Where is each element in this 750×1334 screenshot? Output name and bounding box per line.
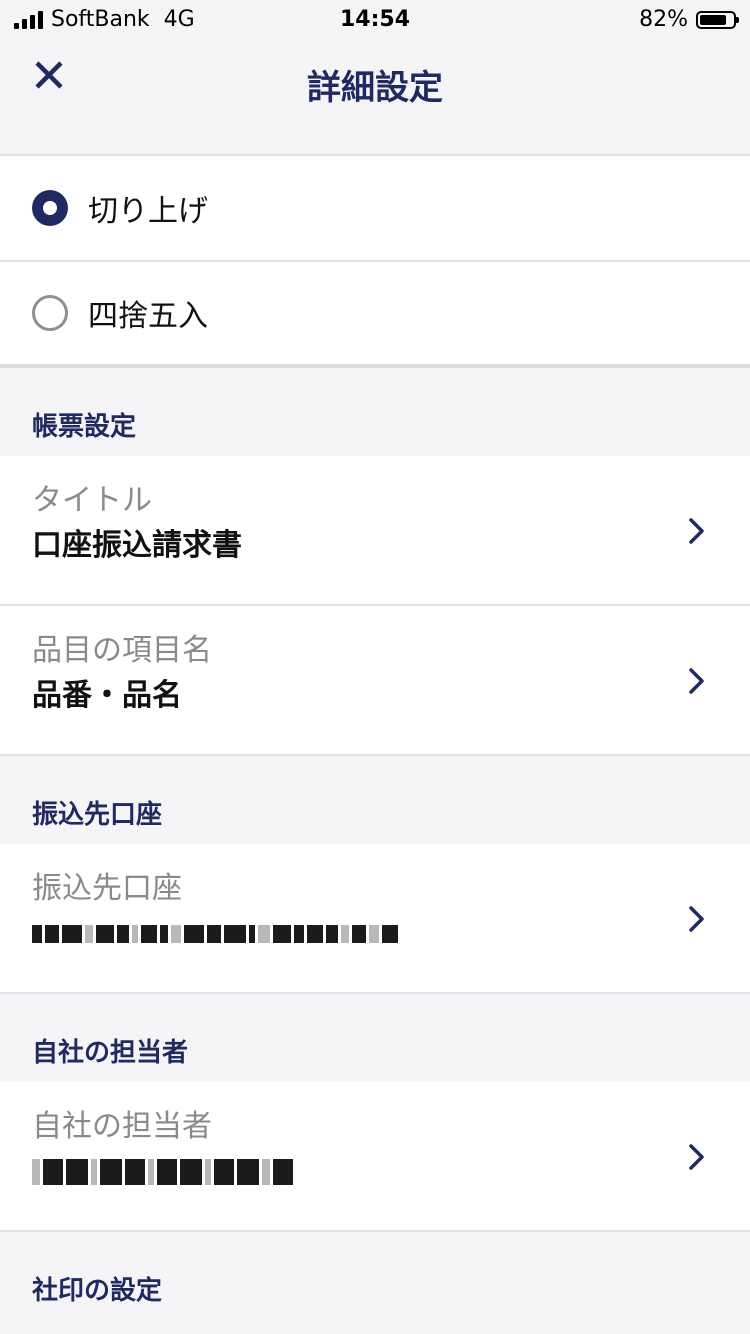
chevron-right-icon <box>689 1144 704 1170</box>
page-title: 詳細設定 <box>307 68 443 108</box>
radio-selected-icon <box>32 190 68 226</box>
setting-bank-account[interactable]: 振込先口座 <box>0 844 750 994</box>
battery-fill <box>700 14 727 25</box>
radio-option-roundup[interactable]: 切り上げ <box>0 156 750 262</box>
redacted-value <box>32 1150 718 1194</box>
top-spacer <box>0 128 750 156</box>
status-time: 14:54 <box>339 7 411 32</box>
nav-bar: 詳細設定 <box>0 40 750 128</box>
item-label: 振込先口座 <box>32 871 182 906</box>
radio-unselected-icon <box>32 295 68 331</box>
section-header-seal: 社印の設定 <box>32 1276 163 1306</box>
setting-staff[interactable]: 自社の担当者 <box>0 1082 750 1232</box>
chevron-right-icon <box>689 518 704 544</box>
section-header-document: 帳票設定 <box>32 412 137 442</box>
radio-option-round-half[interactable]: 四捨五入 <box>0 262 750 368</box>
setting-title[interactable]: タイトル 口座振込請求書 <box>0 456 750 606</box>
redacted-value <box>32 912 718 956</box>
radio-label: 切り上げ <box>88 194 208 229</box>
item-label: タイトル <box>32 483 152 518</box>
item-value: 品番・品名 <box>32 678 182 713</box>
battery-percent: 82% <box>639 7 688 32</box>
radio-label: 四捨五入 <box>88 299 208 334</box>
section-header-staff: 自社の担当者 <box>32 1038 189 1068</box>
item-value: 口座振込請求書 <box>32 528 242 563</box>
chevron-right-icon <box>689 668 704 694</box>
item-label: 自社の担当者 <box>32 1109 212 1144</box>
setting-item-name[interactable]: 品目の項目名 品番・品名 <box>0 606 750 756</box>
status-bar: SoftBank 4G 14:54 82% <box>0 0 750 40</box>
item-label: 品目の項目名 <box>32 633 212 668</box>
section-header-bank-account: 振込先口座 <box>32 800 163 830</box>
chevron-right-icon <box>689 906 704 932</box>
battery-icon <box>696 10 739 29</box>
